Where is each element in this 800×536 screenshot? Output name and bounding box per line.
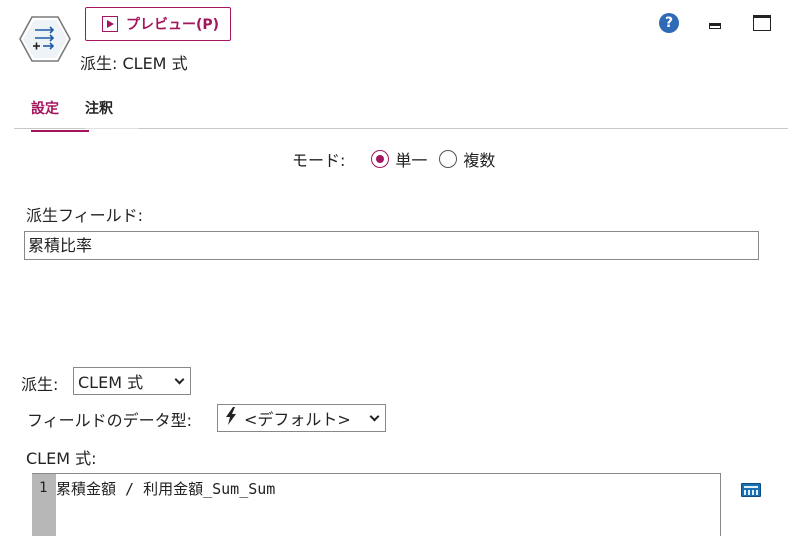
- preview-button-label: プレビュー(P): [126, 17, 220, 33]
- tab-bar: 設定 注釈: [14, 90, 788, 132]
- derive-field-label: 派生フィールド:: [26, 206, 144, 225]
- mode-single-radio[interactable]: [371, 150, 390, 168]
- chevron-down-icon: [369, 411, 380, 422]
- calculator-icon[interactable]: [741, 483, 761, 497]
- minimize-icon[interactable]: [709, 23, 721, 29]
- derive-as-select[interactable]: CLEM 式: [73, 367, 191, 395]
- mode-multiple-label[interactable]: 複数: [463, 147, 495, 171]
- help-icon[interactable]: ?: [659, 13, 679, 33]
- field-type-value: <デフォルト>: [244, 410, 351, 429]
- preview-button[interactable]: プレビュー(P): [85, 7, 231, 41]
- derive-as-label: 派生:: [21, 375, 59, 394]
- derive-node-icon: [19, 16, 71, 62]
- mode-selector: モード: 単一 複数: [292, 147, 507, 171]
- field-type-select[interactable]: <デフォルト>: [217, 404, 386, 432]
- mode-single-label[interactable]: 単一: [395, 147, 427, 171]
- derive-field-input[interactable]: 累積比率: [24, 231, 759, 260]
- editor-gutter: 1: [32, 474, 56, 536]
- lightning-bolt-icon: [224, 407, 238, 429]
- expression-code[interactable]: 累積金額 / 利用金額_Sum_Sum: [56, 478, 275, 499]
- clem-expression-label: CLEM 式:: [26, 449, 97, 468]
- node-title: 派生: CLEM 式: [80, 54, 188, 73]
- tab-divider: [85, 128, 139, 129]
- mode-multiple-radio[interactable]: [439, 150, 458, 168]
- derive-as-value: CLEM 式: [78, 373, 144, 392]
- field-type-label: フィールドのデータ型:: [27, 411, 193, 430]
- chevron-down-icon: [174, 374, 185, 385]
- clem-expression-editor[interactable]: 1 累積金額 / 利用金額_Sum_Sum: [32, 473, 721, 536]
- maximize-icon[interactable]: [753, 15, 771, 31]
- tab-settings[interactable]: 設定: [31, 98, 89, 132]
- line-number: 1: [39, 480, 48, 496]
- play-icon: [102, 16, 118, 32]
- tab-annotations[interactable]: 注釈: [85, 98, 113, 130]
- mode-label: モード:: [292, 151, 346, 170]
